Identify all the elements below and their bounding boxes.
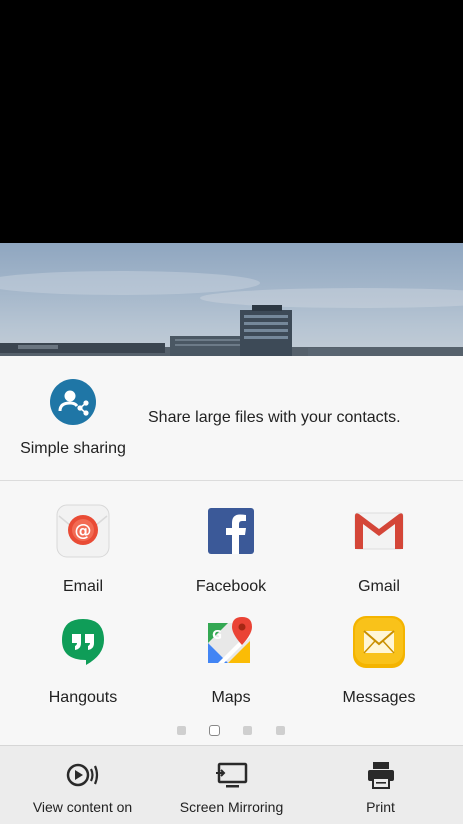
printer-icon	[363, 760, 399, 790]
maps-icon: G	[204, 615, 258, 669]
simple-sharing-label: Simple sharing	[20, 440, 126, 457]
share-app-label: Facebook	[195, 578, 267, 595]
share-app-gmail[interactable]: Gmail	[305, 504, 453, 604]
svg-text:@: @	[75, 521, 92, 541]
share-app-maps[interactable]: G Maps	[157, 615, 305, 715]
simple-sharing-button[interactable]: Simple sharing	[12, 376, 134, 466]
share-app-messages[interactable]: Messages	[305, 615, 453, 715]
top-black-area	[0, 0, 463, 243]
email-icon: @	[56, 504, 110, 558]
page-dot[interactable]	[177, 726, 186, 735]
shared-photo-preview	[0, 243, 463, 356]
share-app-label: Email	[62, 578, 103, 595]
print-label: Print	[366, 799, 395, 815]
share-sheet: Simple sharing Share large files with yo…	[0, 356, 463, 824]
gmail-icon	[352, 504, 406, 558]
print-button[interactable]: Print	[313, 746, 448, 824]
view-content-on-button[interactable]: View content on	[15, 746, 150, 824]
page-dot-current[interactable]	[209, 725, 220, 736]
facebook-icon	[204, 504, 258, 558]
bottom-action-bar: View content on Screen Mirroring Print	[0, 745, 463, 824]
simple-sharing-icon	[50, 379, 96, 425]
share-app-label: Maps	[211, 689, 251, 706]
svg-text:G: G	[212, 628, 222, 642]
page-dot[interactable]	[243, 726, 252, 735]
screen-mirroring-label: Screen Mirroring	[179, 799, 284, 815]
share-app-label: Gmail	[358, 578, 400, 595]
divider	[0, 480, 463, 481]
simple-sharing-row: Simple sharing Share large files with yo…	[0, 356, 463, 480]
simple-sharing-description: Share large files with your contacts.	[148, 409, 401, 426]
page-dot[interactable]	[276, 726, 285, 735]
share-app-facebook[interactable]: Facebook	[157, 504, 305, 604]
view-content-on-label: View content on	[32, 799, 133, 815]
messages-icon	[352, 615, 406, 669]
share-app-label: Hangouts	[48, 689, 118, 706]
screen-mirroring-icon	[214, 760, 250, 790]
share-app-label: Messages	[342, 689, 416, 706]
cast-icon	[65, 760, 101, 790]
hangouts-icon	[56, 615, 110, 669]
page-indicator	[0, 724, 463, 738]
screen-mirroring-button[interactable]: Screen Mirroring	[164, 746, 299, 824]
share-app-hangouts[interactable]: Hangouts	[9, 615, 157, 715]
share-app-email[interactable]: @ Email	[9, 504, 157, 604]
